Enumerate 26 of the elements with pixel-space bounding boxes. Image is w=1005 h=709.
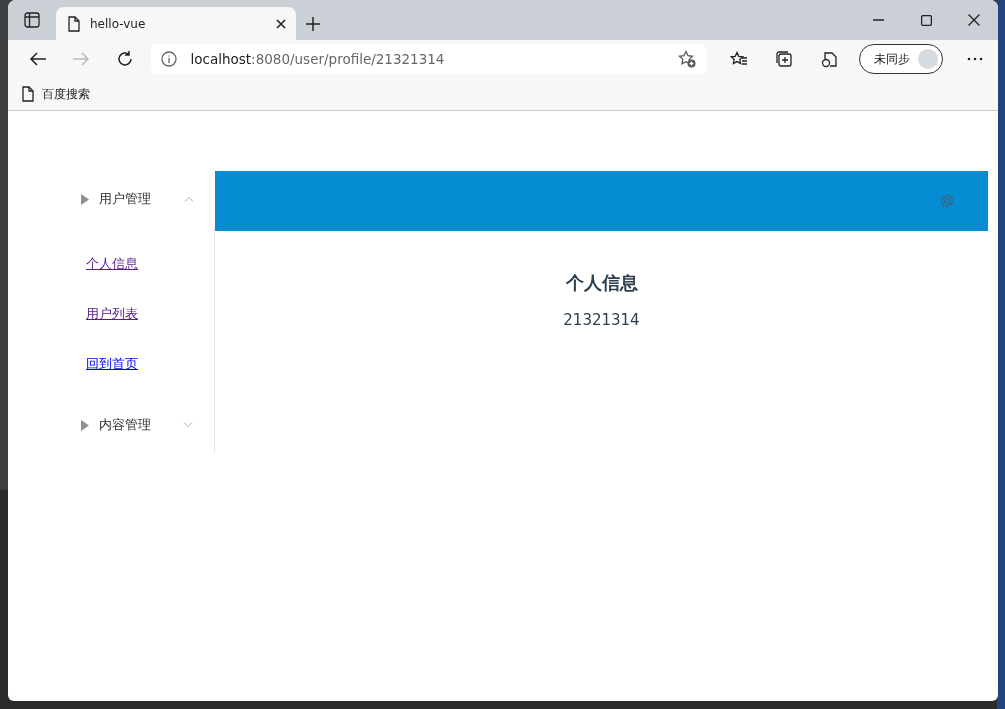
triangle-icon — [81, 419, 89, 431]
url-path: :8080/user/profile/21321314 — [251, 51, 446, 67]
page-icon — [22, 86, 34, 102]
close-icon — [276, 18, 286, 29]
avatar-icon — [917, 49, 938, 69]
menu-label: 用户管理 — [99, 190, 152, 208]
user-id: 21321314 — [563, 311, 640, 329]
chevron-icon — [183, 422, 193, 428]
page-icon — [68, 15, 80, 32]
menu-item[interactable]: 内容管理 — [8, 397, 215, 453]
menu-link[interactable]: 回到首页 — [86, 355, 138, 373]
star-add-icon — [678, 50, 697, 68]
url-host: localhost — [190, 51, 252, 67]
menu-link[interactable]: 个人信息 — [86, 255, 138, 273]
menu-label: 内容管理 — [99, 416, 152, 434]
address-bar[interactable]: localhost:8080/user/profile/21321314 — [150, 44, 707, 74]
menu-link[interactable]: 用户列表 — [86, 305, 138, 323]
info-icon — [160, 51, 177, 67]
menu-item[interactable]: 用户管理 — [8, 171, 215, 227]
page-heading: 个人信息 — [565, 271, 638, 295]
settings-icon — [940, 194, 954, 208]
browser-tab[interactable]: hello-vue — [56, 7, 296, 40]
triangle-icon — [81, 193, 89, 205]
bookmark-link[interactable]: 百度搜索 — [42, 85, 90, 103]
chevron-icon — [184, 196, 194, 202]
profile-button[interactable]: 未同步 — [858, 44, 943, 74]
